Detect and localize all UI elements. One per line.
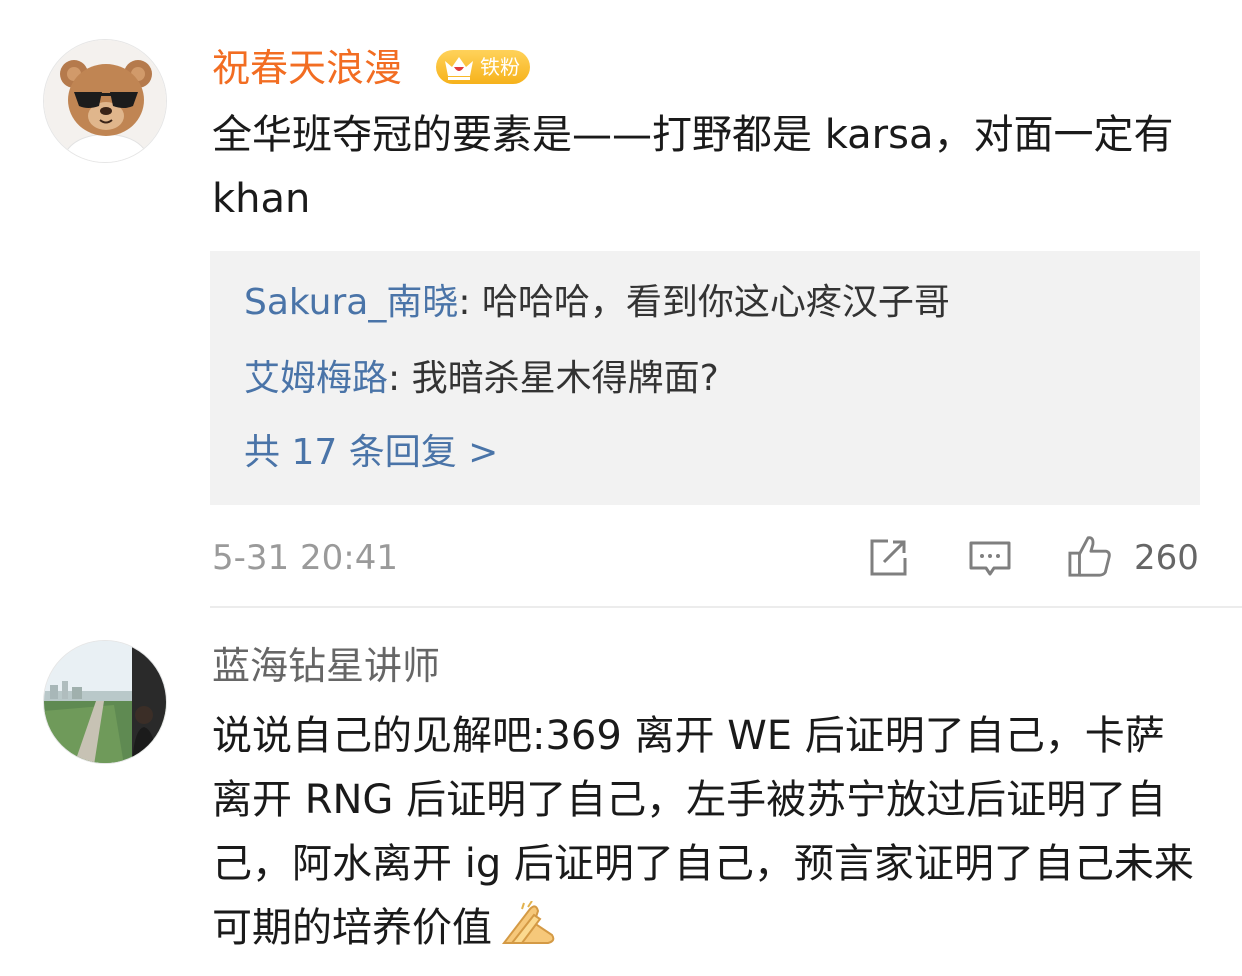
share-icon[interactable] <box>866 536 910 580</box>
iron-fan-badge[interactable]: 铁粉 <box>436 50 530 84</box>
bear-avatar-image <box>44 40 166 162</box>
comment-list: 祝春天浪漫 铁粉 全华班夺冠的要素是——打野都是 karsa，对面一定有 kha… <box>0 0 1242 976</box>
comment-timestamp: 5-31 20:41 <box>212 538 398 578</box>
city-view-avatar-image <box>44 641 166 763</box>
reply-author[interactable]: 艾姆梅路 <box>244 358 388 399</box>
reply-item[interactable]: Sakura_南晓: 哈哈哈，看到你这心疼汉子哥 <box>244 279 950 327</box>
comment-icon[interactable] <box>968 536 1012 580</box>
folded-hands-emoji <box>501 901 555 944</box>
username[interactable]: 蓝海钻星讲师 <box>212 642 440 690</box>
username[interactable]: 祝春天浪漫 <box>212 44 402 92</box>
reply-author[interactable]: Sakura_南晓 <box>244 282 458 323</box>
comment-text: 全华班夺冠的要素是——打野都是 karsa，对面一定有 khan <box>212 112 1174 222</box>
divider <box>210 606 1242 608</box>
view-all-replies-link[interactable]: 共 17 条回复 > <box>244 429 498 477</box>
like-count: 260 <box>1134 538 1199 578</box>
reply-text: : 我暗杀星木得牌面? <box>388 358 719 399</box>
avatar[interactable] <box>43 640 167 764</box>
badge-label: 铁粉 <box>480 55 520 79</box>
comment-text-content: 说说自己的见解吧:369 离开 WE 后证明了自己，卡萨离开 RNG 后证明了自… <box>212 713 1194 951</box>
reply-text: : 哈哈哈，看到你这心疼汉子哥 <box>458 282 950 323</box>
comment-text: 说说自己的见解吧:369 离开 WE 后证明了自己，卡萨离开 RNG 后证明了自… <box>212 704 1202 960</box>
thumbs-up-icon[interactable] <box>1066 534 1114 578</box>
reply-item[interactable]: 艾姆梅路: 我暗杀星木得牌面? <box>244 355 719 403</box>
reply-preview-box[interactable]: Sakura_南晓: 哈哈哈，看到你这心疼汉子哥 艾姆梅路: 我暗杀星木得牌面?… <box>210 251 1200 505</box>
crown-icon <box>445 57 473 80</box>
avatar[interactable] <box>43 39 167 163</box>
